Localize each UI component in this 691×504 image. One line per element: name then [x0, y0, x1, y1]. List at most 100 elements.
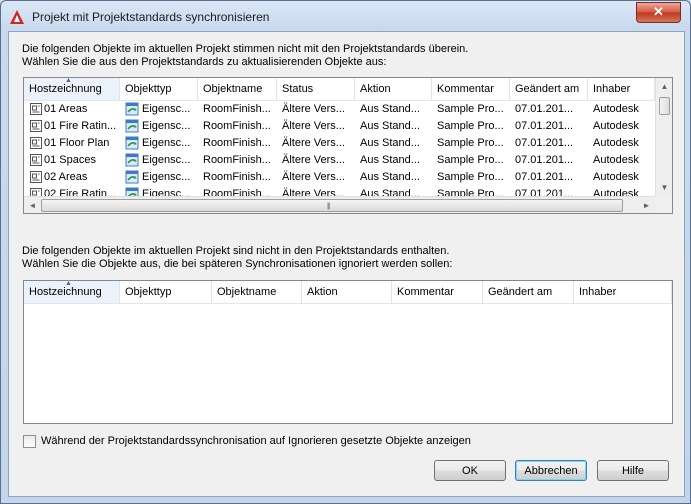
- cell-kommentar: Sample Pro...: [432, 152, 510, 169]
- cell-text: 07.01.201...: [515, 171, 574, 183]
- cell-text: 01 Floor Plan: [44, 137, 110, 149]
- cell-inhaber: Autodesk: [588, 135, 655, 152]
- column-header-label: Geändert am: [515, 83, 580, 95]
- column-header-status[interactable]: Status: [277, 78, 355, 100]
- cell-text: Autodesk: [593, 154, 639, 166]
- nonconforming-objects-table[interactable]: Hostzeichnung ▲ Objekttyp Objektname Status A…: [23, 77, 673, 214]
- title-bar[interactable]: Projekt mit Projektstandards synchronisi…: [1, 1, 690, 31]
- cell-text: Eigensc...: [142, 137, 191, 149]
- cell-text: Eigensc...: [142, 171, 191, 183]
- cell-hostzeichnung: 01 Floor Plan: [24, 135, 120, 152]
- scroll-down-icon[interactable]: ▼: [656, 179, 672, 196]
- cancel-button[interactable]: Abbrechen: [515, 460, 587, 481]
- cell-text: 01 Fire Ratin...: [44, 120, 117, 132]
- column-header-objekttyp[interactable]: Objekttyp: [120, 78, 198, 100]
- column-header-inhaber[interactable]: Inhaber: [574, 281, 672, 303]
- cell-hostzeichnung: 02 Areas: [24, 169, 120, 186]
- column-header-label: Aktion: [307, 286, 338, 298]
- column-header-objekttyp[interactable]: Objekttyp: [120, 281, 212, 303]
- table-row[interactable]: 01 Floor Plan Eigensc... RoomFinish... Älte…: [24, 135, 655, 152]
- column-header-aktion[interactable]: Aktion: [355, 78, 432, 100]
- table-row[interactable]: 01 Areas Eigensc... RoomFinish... Ältere Ve…: [24, 101, 655, 118]
- cell-text: Aus Stand...: [360, 137, 420, 149]
- cell-aktion: Aus Stand...: [355, 152, 432, 169]
- sort-ascending-icon: ▲: [65, 281, 72, 287]
- column-header-label: Objekttyp: [125, 286, 172, 298]
- column-header-geandert-am[interactable]: Geändert am: [483, 281, 574, 303]
- cell-objekttyp: Eigensc...: [120, 152, 198, 169]
- column-header-label: Objektname: [217, 286, 277, 298]
- cell-hostzeichnung: 01 Spaces: [24, 152, 120, 169]
- scroll-right-icon[interactable]: ►: [638, 197, 655, 213]
- cell-text: Eigensc...: [142, 103, 191, 115]
- scroll-up-icon[interactable]: ▲: [656, 78, 672, 95]
- cell-objektname: RoomFinish...: [198, 169, 277, 186]
- column-header-aktion[interactable]: Aktion: [302, 281, 392, 303]
- vertical-scrollbar[interactable]: ▲ ▼: [655, 78, 672, 196]
- section2-line1: Die folgenden Objekte im aktuellen Proje…: [22, 245, 450, 257]
- cell-status: Ältere Vers...: [277, 135, 355, 152]
- cell-status: Ältere Vers...: [277, 169, 355, 186]
- vertical-scroll-thumb[interactable]: [659, 97, 670, 115]
- cell-geandert-am: 07.01.201...: [510, 152, 588, 169]
- cell-text: RoomFinish...: [203, 171, 271, 183]
- section1-line1: Die folgenden Objekte im aktuellen Proje…: [22, 43, 469, 55]
- column-header-label: Objekttyp: [125, 83, 172, 95]
- column-header-hostzeichnung[interactable]: Hostzeichnung ▲: [24, 78, 120, 100]
- cell-geandert-am: 07.01.201...: [510, 135, 588, 152]
- column-header-hostzeichnung[interactable]: Hostzeichnung ▲: [24, 281, 120, 303]
- property-set-icon: [125, 119, 139, 133]
- column-header-objektname[interactable]: Objektname: [198, 78, 277, 100]
- cell-text: Eigensc...: [142, 154, 191, 166]
- close-button[interactable]: ✕: [636, 2, 681, 23]
- column-header-inhaber[interactable]: Inhaber: [588, 78, 655, 100]
- cell-text: Autodesk: [593, 171, 639, 183]
- cell-hostzeichnung: 01 Areas: [24, 101, 120, 118]
- horizontal-scroll-thumb[interactable]: |||: [41, 199, 623, 212]
- column-header-kommentar[interactable]: Kommentar: [432, 78, 510, 100]
- cell-aktion: Aus Stand...: [355, 135, 432, 152]
- cell-objekttyp: Eigensc...: [120, 135, 198, 152]
- cell-text: 07.01.201...: [515, 137, 574, 149]
- grip-icon: |||: [327, 203, 331, 210]
- cell-objektname: RoomFinish...: [198, 152, 277, 169]
- help-button[interactable]: Hilfe: [597, 460, 669, 481]
- column-header-label: Geändert am: [488, 286, 553, 298]
- property-set-icon: [125, 170, 139, 184]
- table-header: Hostzeichnung ▲ Objekttyp Objektname Status A…: [24, 78, 655, 101]
- cell-objektname: RoomFinish...: [198, 118, 277, 135]
- cell-kommentar: Sample Pro...: [432, 169, 510, 186]
- cell-text: Ältere Vers...: [282, 120, 345, 132]
- cell-text: Ältere Vers...: [282, 103, 345, 115]
- cell-inhaber: Autodesk: [588, 152, 655, 169]
- property-set-icon: [125, 102, 139, 116]
- cell-inhaber: Autodesk: [588, 101, 655, 118]
- ignored-objects-table[interactable]: Hostzeichnung ▲ Objekttyp Objektname Aktion K…: [23, 280, 673, 424]
- cell-objekttyp: Eigensc...: [120, 101, 198, 118]
- cell-text: Autodesk: [593, 137, 639, 149]
- horizontal-scrollbar[interactable]: ◄ ||| ►: [24, 196, 655, 213]
- cell-status: Ältere Vers...: [277, 101, 355, 118]
- column-header-label: Aktion: [360, 83, 391, 95]
- cell-geandert-am: 07.01.201...: [510, 118, 588, 135]
- cell-text: Aus Stand...: [360, 154, 420, 166]
- column-header-kommentar[interactable]: Kommentar: [392, 281, 483, 303]
- scroll-left-icon[interactable]: ◄: [24, 197, 41, 213]
- table-row[interactable]: 02 Areas Eigensc... RoomFinish... Ältere Ve…: [24, 169, 655, 186]
- column-header-geandert-am[interactable]: Geändert am: [510, 78, 588, 100]
- table-row[interactable]: 01 Fire Ratin... Eigensc... RoomFinish... Ä…: [24, 118, 655, 135]
- cell-status: Ältere Vers...: [277, 118, 355, 135]
- cell-aktion: Aus Stand...: [355, 118, 432, 135]
- cell-aktion: Aus Stand...: [355, 101, 432, 118]
- cell-text: Sample Pro...: [437, 103, 504, 115]
- show-ignored-checkbox[interactable]: [23, 435, 36, 448]
- column-header-objektname[interactable]: Objektname: [212, 281, 302, 303]
- ok-button[interactable]: OK: [434, 460, 506, 481]
- column-header-label: Status: [282, 83, 314, 95]
- cell-text: Ältere Vers...: [282, 137, 345, 149]
- table-row[interactable]: 01 Spaces Eigensc... RoomFinish... Ältere V…: [24, 152, 655, 169]
- cell-text: 01 Spaces: [44, 154, 96, 166]
- cell-text: Sample Pro...: [437, 120, 504, 132]
- cell-text: 07.01.201...: [515, 103, 574, 115]
- dialog-window: Projekt mit Projektstandards synchronisi…: [0, 0, 691, 504]
